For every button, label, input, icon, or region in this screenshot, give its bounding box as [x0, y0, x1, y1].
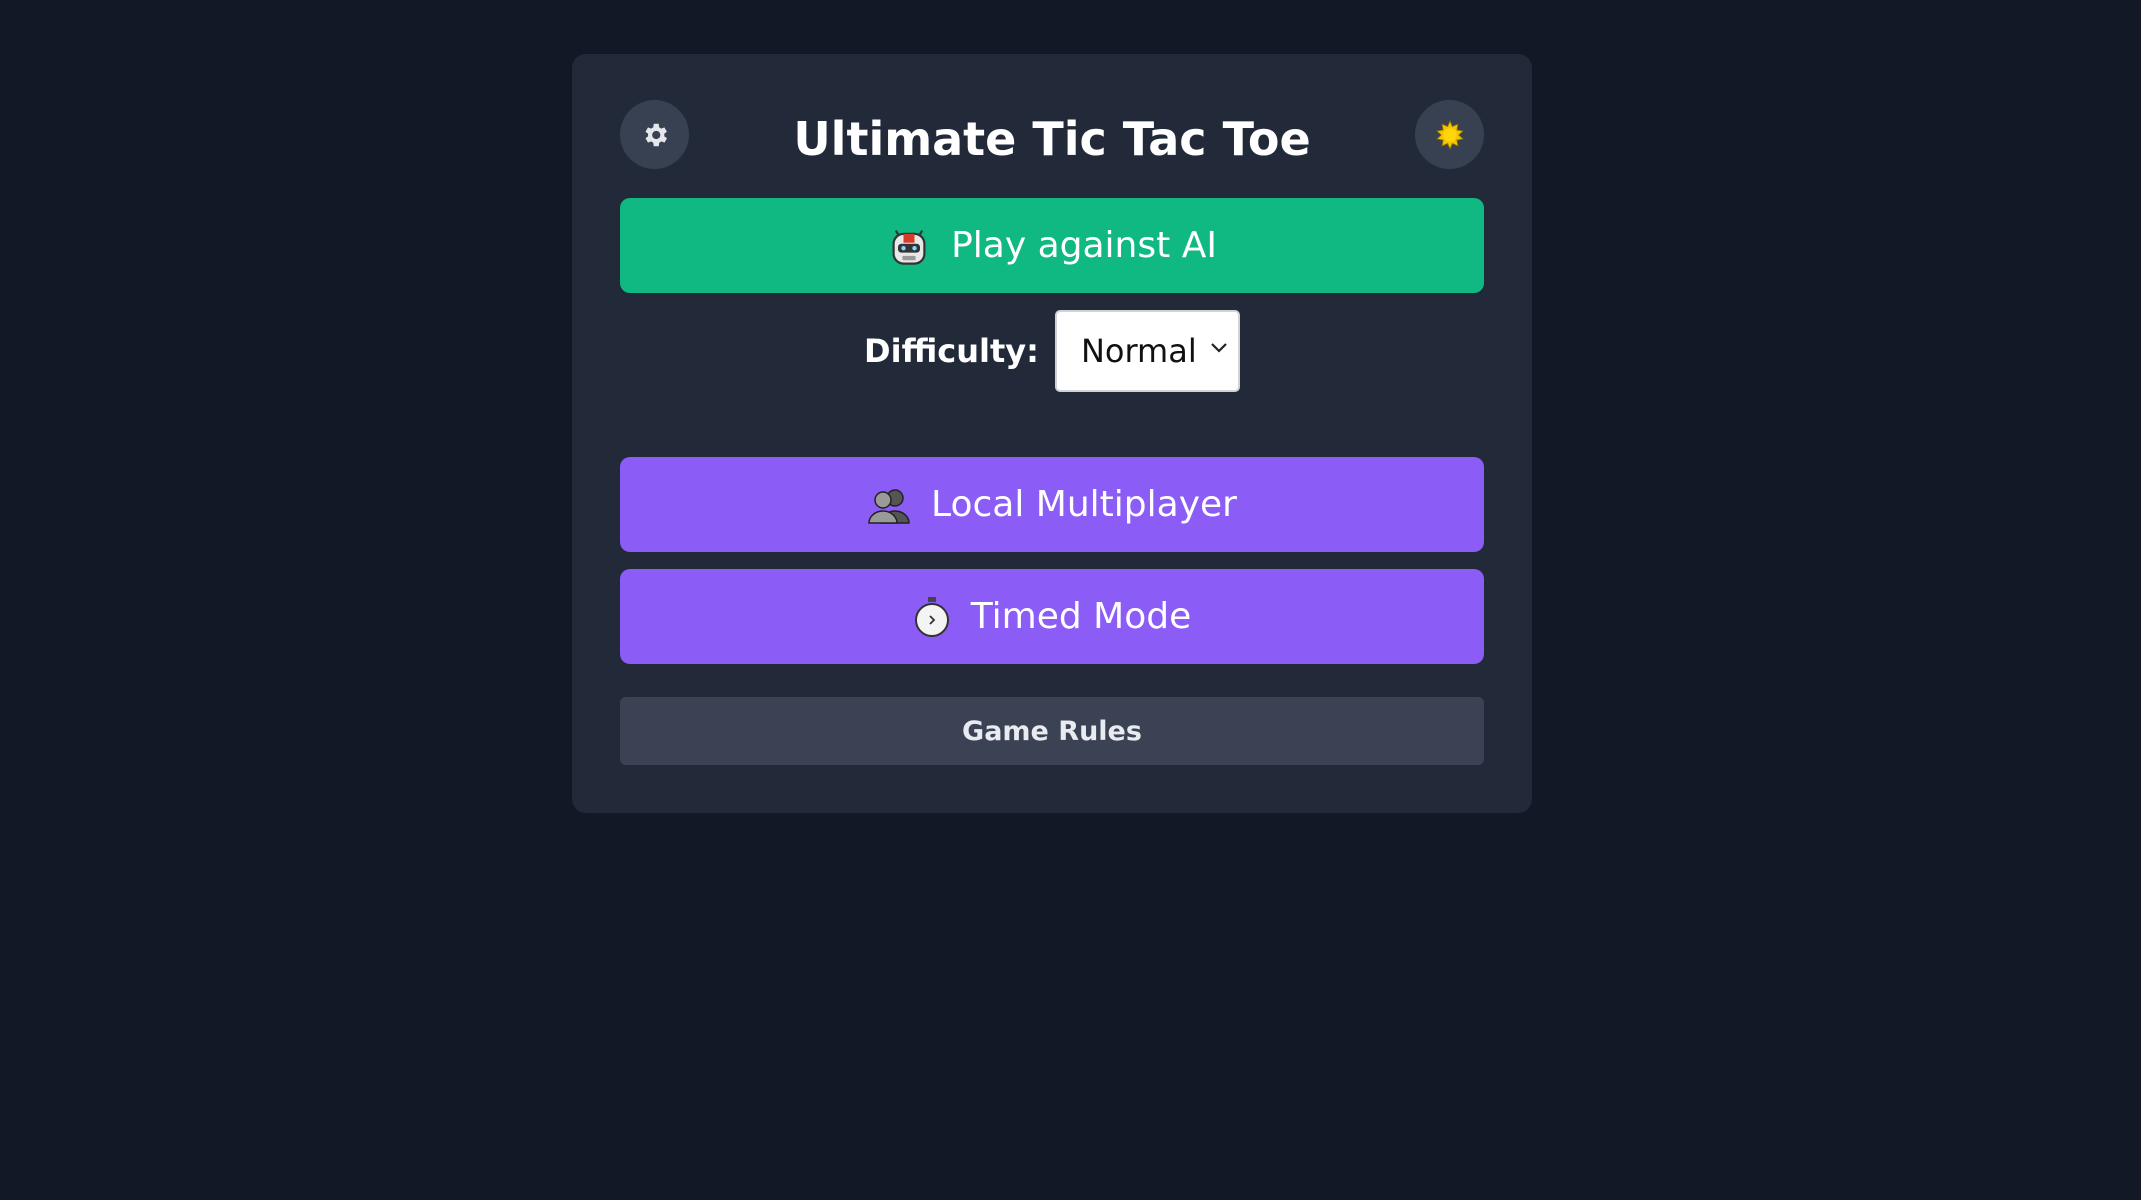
- main-menu-card: Ultimate Tic Tac Toe Play against AI Dif…: [572, 54, 1532, 813]
- difficulty-selected-value: Normal: [1080, 332, 1197, 370]
- robot-icon: [887, 224, 931, 268]
- theme-toggle-button[interactable]: [1415, 100, 1484, 169]
- difficulty-select[interactable]: Normal: [1054, 310, 1240, 392]
- timed-mode-label: Timed Mode: [970, 596, 1192, 637]
- play-against-ai-button[interactable]: Play against AI: [620, 198, 1484, 293]
- difficulty-label: Difficulty:: [864, 332, 1039, 370]
- local-multiplayer-label: Local Multiplayer: [931, 484, 1237, 525]
- local-multiplayer-button[interactable]: Local Multiplayer: [620, 457, 1484, 552]
- chevron-down-icon: [1211, 343, 1227, 353]
- people-icon: [867, 485, 911, 525]
- game-rules-button[interactable]: Game Rules: [620, 697, 1484, 765]
- sun-icon: [1435, 119, 1464, 150]
- timed-mode-button[interactable]: Timed Mode: [620, 569, 1484, 664]
- game-rules-label: Game Rules: [962, 715, 1142, 747]
- stopwatch-icon: [913, 595, 951, 639]
- play-against-ai-label: Play against AI: [951, 225, 1217, 266]
- page-title: Ultimate Tic Tac Toe: [793, 112, 1311, 166]
- difficulty-row: Difficulty: Normal: [572, 310, 1532, 392]
